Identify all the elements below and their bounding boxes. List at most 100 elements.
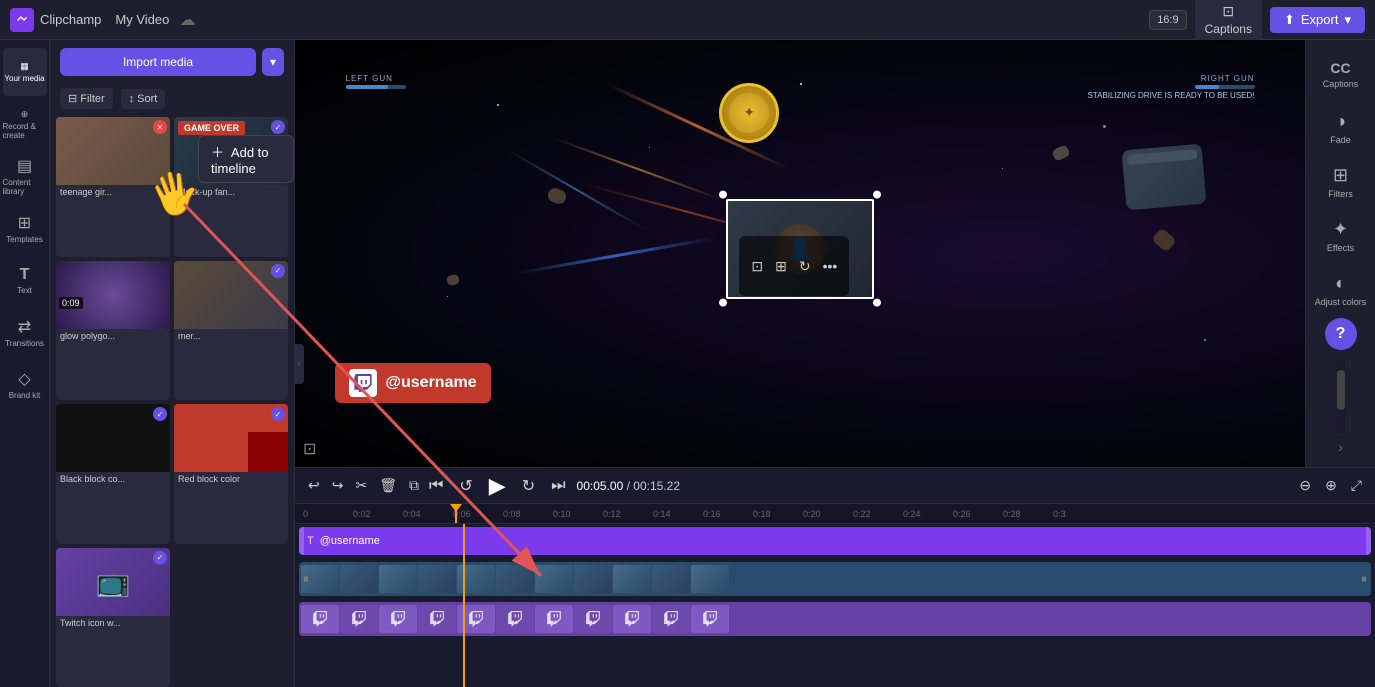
track-resize-left[interactable] xyxy=(299,527,304,555)
list-item[interactable]: ✓ Red block color xyxy=(174,404,288,544)
topbar: Clipchamp My Video ☁ 16:9 ⊡ Captions ⬆ E… xyxy=(0,0,1375,40)
transitions-label: Transitions xyxy=(5,339,44,348)
brand-kit-label: Brand kit xyxy=(9,391,41,400)
tool-adjust-colors[interactable]: ◐ Adjust colors xyxy=(1309,264,1373,316)
expand-timeline-button[interactable]: ⤢ xyxy=(1346,476,1367,495)
list-item[interactable]: 0:09 glow polygo... xyxy=(56,261,170,401)
record-create-icon: ⊕ xyxy=(21,109,29,120)
video-thumb xyxy=(574,565,612,593)
fade-label: Fade xyxy=(1330,135,1351,145)
sidebar-item-brand-kit[interactable]: ◇ Brand kit xyxy=(3,360,47,408)
adjust-colors-label: Adjust colors xyxy=(1315,297,1367,307)
your-media-icon: ▦ xyxy=(20,61,29,72)
filter-button[interactable]: ⊟ Filter xyxy=(60,88,113,109)
redo-button[interactable]: ↪ xyxy=(327,475,349,496)
check-badge: ✓ xyxy=(271,407,285,421)
forward-button[interactable]: ↻ xyxy=(517,474,540,498)
filters-label: Filters xyxy=(1328,189,1353,199)
import-media-button[interactable]: Import media xyxy=(60,48,256,76)
hud-left: LEFT GUN xyxy=(346,74,406,89)
sidebar-item-text[interactable]: T Text xyxy=(3,256,47,304)
sidebar-item-your-media[interactable]: ▦ Your media xyxy=(3,48,47,96)
captions-icon: ⊡ xyxy=(1222,3,1234,20)
export-label: Export xyxy=(1301,12,1339,27)
video-thumb xyxy=(340,565,378,593)
zoom-in-button[interactable]: ⊕ xyxy=(1320,476,1342,495)
twitch-track-thumb xyxy=(418,605,456,633)
tool-fade[interactable]: ◑ Fade xyxy=(1309,102,1373,154)
collapse-panel-handle[interactable]: ‹ xyxy=(294,344,304,384)
subtitles-icon[interactable]: ⊡ xyxy=(303,439,316,459)
resize-button[interactable]: ⊞ xyxy=(771,240,791,292)
ruler-mark-2: 0:04 xyxy=(403,509,421,519)
logo-icon xyxy=(10,8,34,32)
tool-captions[interactable]: CC Captions xyxy=(1309,48,1373,100)
templates-label: Templates xyxy=(6,235,42,244)
sidebar-item-templates[interactable]: ⊞ Templates xyxy=(3,204,47,252)
filter-icon: ⊟ xyxy=(68,92,77,105)
text-track-row: T @username xyxy=(295,524,1375,558)
sort-button[interactable]: ↕ Sort xyxy=(121,89,166,109)
more-button[interactable]: ••• xyxy=(819,240,842,292)
captions-tool-icon: CC xyxy=(1330,60,1350,76)
video-thumb xyxy=(691,565,729,593)
track-start-marker: ⏸ xyxy=(303,572,309,587)
skip-back-button[interactable]: ⏮ xyxy=(424,475,448,497)
delete-badge: ✕ xyxy=(153,120,167,134)
brand-kit-icon: ◇ xyxy=(18,369,30,389)
twitch-track[interactable] xyxy=(299,602,1371,636)
captions-button[interactable]: ⊡ Captions xyxy=(1195,0,1262,41)
sidebar-item-transitions[interactable]: ⇄ Transitions xyxy=(3,308,47,356)
delete-button[interactable]: 🗑 xyxy=(374,475,402,496)
pip-handle-bl[interactable] xyxy=(719,298,727,306)
list-item[interactable]: ✕ teenage gir... xyxy=(56,117,170,257)
ruler-mark-15: 0:3 xyxy=(1053,509,1066,519)
list-item[interactable]: 📺 ✓ Twitch icon w... xyxy=(56,548,170,687)
undo-button[interactable]: ↩ xyxy=(303,475,325,496)
video-thumb xyxy=(418,565,456,593)
list-item[interactable]: GAME OVER ✓ + Mock-up fan... ✓ xyxy=(174,117,288,257)
video-thumb xyxy=(613,565,651,593)
cut-button[interactable]: ✂ xyxy=(350,475,372,496)
media-item-label: mer... xyxy=(174,329,288,343)
zoom-out-button[interactable]: ⊖ xyxy=(1294,476,1316,495)
adjust-colors-icon: ◐ xyxy=(1335,273,1346,294)
list-item[interactable]: ✓ mer... xyxy=(174,261,288,401)
sidebar-item-record-create[interactable]: ⊕ Record & create xyxy=(3,100,47,148)
collapse-right-button[interactable]: › xyxy=(1334,435,1347,459)
tool-effects[interactable]: ✦ Effects xyxy=(1309,210,1373,262)
track-resize-right[interactable] xyxy=(1366,527,1371,555)
duplicate-button[interactable]: ⧉ xyxy=(404,475,424,496)
play-button[interactable]: ▶ xyxy=(484,471,511,501)
video-track[interactable]: ⏸ ⏸ xyxy=(299,562,1371,596)
ruler-mark-14: 0:28 xyxy=(1003,509,1021,519)
pip-handle-tl[interactable] xyxy=(719,190,727,198)
text-track[interactable]: T @username xyxy=(299,527,1371,555)
pip-handle-tr[interactable] xyxy=(873,190,881,198)
rotate-button[interactable]: ↻ xyxy=(795,240,815,292)
check-badge: ✓ xyxy=(153,551,167,565)
right-scroll[interactable] xyxy=(1337,360,1345,433)
twitch-track-thumb xyxy=(379,605,417,633)
check-badge: ✓ xyxy=(271,264,285,278)
coin-medallion: ✦ xyxy=(719,83,779,143)
list-item[interactable]: ✓ Black block co... xyxy=(56,404,170,544)
help-button[interactable]: ? xyxy=(1325,318,1357,350)
crop-button[interactable]: ⊡ xyxy=(747,240,767,292)
ruler-mark-11: 0:22 xyxy=(853,509,871,519)
import-dropdown-button[interactable]: ▾ xyxy=(262,48,284,76)
templates-icon: ⊞ xyxy=(18,213,31,233)
preview-and-tools: LEFT GUN RIGHT GUN STABILIZING DRIVE IS … xyxy=(295,40,1375,467)
tool-filters[interactable]: ⊞ Filters xyxy=(1309,156,1373,208)
rewind-button[interactable]: ↺ xyxy=(454,474,477,498)
scroll-thumb xyxy=(1337,370,1345,410)
skip-forward-button[interactable]: ⏭ xyxy=(546,475,570,497)
playback-controls: ⏮ ↺ ▶ ↻ ⏭ 00:05.00 / 00:15.22 xyxy=(424,471,680,501)
twitch-track-thumb xyxy=(301,605,339,633)
export-button[interactable]: ⬆ Export ▾ xyxy=(1270,7,1365,33)
sidebar-item-content-library[interactable]: ▤ Content library xyxy=(3,152,47,200)
video-thumb xyxy=(535,565,573,593)
app-logo: Clipchamp xyxy=(10,8,101,32)
main-layout: ▦ Your media ⊕ Record & create ▤ Content… xyxy=(0,40,1375,687)
pip-handle-br[interactable] xyxy=(873,298,881,306)
